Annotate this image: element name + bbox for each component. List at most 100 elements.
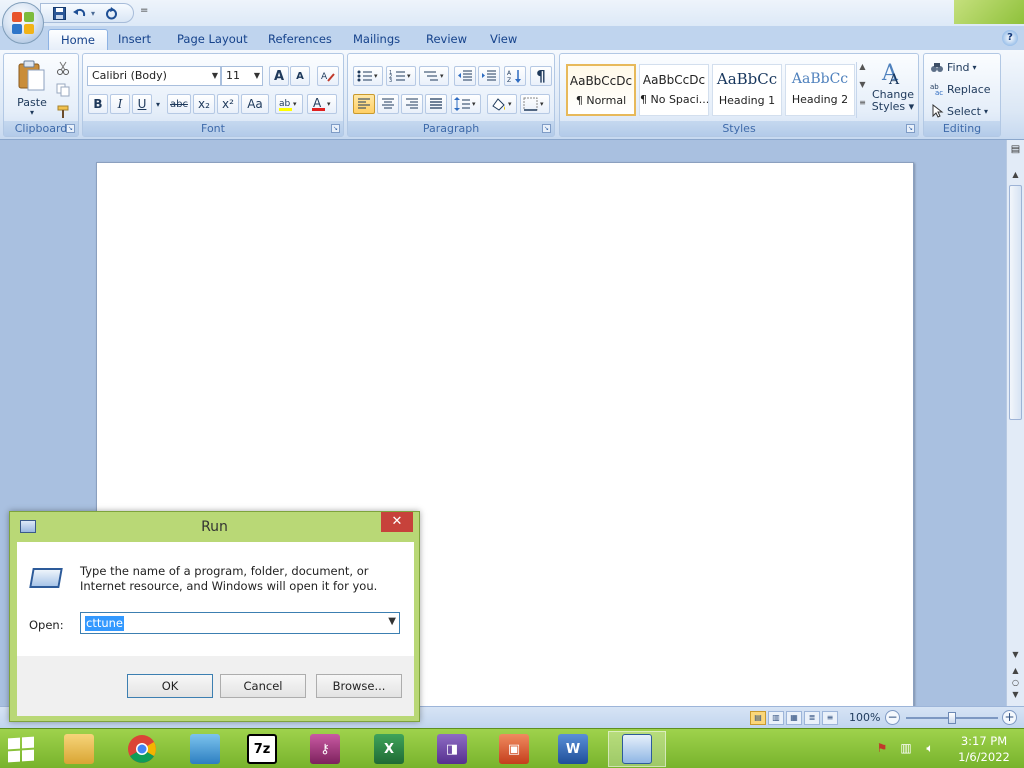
underline-dropdown-icon[interactable]: ▾	[153, 94, 163, 114]
view-ruler-icon[interactable]: ▤	[1008, 144, 1023, 158]
bullets-icon[interactable]: ▾	[353, 66, 383, 86]
superscript-button[interactable]: x²	[217, 94, 239, 114]
ok-button[interactable]: OK	[127, 674, 213, 698]
tab-view[interactable]: View	[478, 29, 529, 50]
web-layout-icon[interactable]: ▦	[786, 711, 802, 725]
help-icon[interactable]: ?	[1002, 30, 1018, 46]
taskbar-excel[interactable]: X	[360, 731, 418, 767]
taskbar-control-panel[interactable]	[176, 731, 234, 767]
taskbar-run[interactable]	[608, 731, 666, 767]
underline-button[interactable]: U	[132, 94, 152, 114]
chevron-down-icon[interactable]: ▼	[388, 616, 396, 627]
style-no-spacing[interactable]: AaBbCcDc ¶ No Spaci...	[639, 64, 709, 116]
find-button[interactable]: Find ▾	[930, 58, 977, 76]
zoom-out-icon[interactable]: −	[885, 710, 900, 725]
volume-muted-icon[interactable]: 🔈︎	[921, 741, 939, 757]
paragraph-launcher-icon[interactable]: ↘	[542, 124, 551, 133]
font-name-dropdown[interactable]: Calibri (Body) ▼	[87, 66, 221, 86]
open-combobox[interactable]: cttune ▼	[80, 612, 400, 634]
gallery-up-icon[interactable]: ▲	[857, 62, 868, 80]
styles-launcher-icon[interactable]: ↘	[906, 124, 915, 133]
open-input-value[interactable]: cttune	[85, 616, 124, 631]
font-color-icon[interactable]: A ▾	[307, 94, 337, 114]
action-center-flag-icon[interactable]: ⚑	[873, 741, 891, 757]
decrease-indent-icon[interactable]	[454, 66, 476, 86]
close-button[interactable]: ✕	[381, 512, 413, 532]
windows-start-icon[interactable]	[8, 736, 36, 763]
font-launcher-icon[interactable]: ↘	[331, 124, 340, 133]
grow-font-button[interactable]: A	[269, 66, 289, 86]
undo-icon[interactable]	[71, 5, 87, 21]
taskbar-file-explorer[interactable]	[50, 731, 108, 767]
change-styles-button[interactable]: A A Change Styles ▾	[870, 58, 916, 118]
strikethrough-button[interactable]: abc	[167, 94, 191, 114]
scroll-down-icon[interactable]: ▼	[1007, 650, 1024, 664]
multilevel-list-icon[interactable]: ▾	[419, 66, 449, 86]
outline-view-icon[interactable]: ≣	[804, 711, 820, 725]
cancel-button[interactable]: Cancel	[220, 674, 306, 698]
justify-icon[interactable]	[425, 94, 447, 114]
vertical-scrollbar[interactable]: ▤ ▲ ▼ ▲ ○ ▼	[1006, 140, 1024, 706]
customize-qat-button[interactable]: =	[140, 5, 148, 16]
network-icon[interactable]: ▥	[897, 741, 915, 757]
clipboard-launcher-icon[interactable]: ↘	[66, 124, 75, 133]
tab-insert[interactable]: Insert	[106, 29, 163, 50]
style-normal[interactable]: AaBbCcDc ¶ Normal	[566, 64, 636, 116]
select-button[interactable]: Select ▾	[930, 102, 988, 120]
draft-view-icon[interactable]: ≡	[822, 711, 838, 725]
scroll-thumb[interactable]	[1009, 185, 1022, 420]
taskbar-chrome[interactable]	[113, 731, 171, 767]
style-heading-2[interactable]: AaBbCc Heading 2	[785, 64, 855, 116]
replace-button[interactable]: ab ac Replace	[930, 80, 991, 98]
full-screen-reading-icon[interactable]: ▥	[768, 711, 784, 725]
cut-icon[interactable]	[54, 58, 72, 78]
print-layout-icon[interactable]: ▤	[750, 711, 766, 725]
zoom-level[interactable]: 100%	[849, 711, 880, 724]
sort-icon[interactable]: AZ	[504, 66, 526, 86]
taskbar-powerpoint[interactable]: ▣	[485, 731, 543, 767]
browse-object-icon[interactable]: ○	[1007, 678, 1024, 690]
browse-button[interactable]: Browse...	[316, 674, 402, 698]
subscript-button[interactable]: x₂	[193, 94, 215, 114]
taskbar-word[interactable]: W	[544, 731, 602, 767]
align-left-icon[interactable]	[353, 94, 375, 114]
show-hide-marks-button[interactable]: ¶	[530, 66, 552, 86]
highlight-color-icon[interactable]: ab ▾	[275, 94, 303, 114]
redo-icon[interactable]	[103, 5, 119, 21]
tab-references[interactable]: References	[256, 29, 344, 50]
previous-page-icon[interactable]: ▲	[1007, 666, 1024, 678]
undo-dropdown-icon[interactable]: ▾	[91, 9, 99, 18]
next-page-icon[interactable]: ▼	[1007, 690, 1024, 702]
taskbar-visio[interactable]: ◨	[423, 731, 481, 767]
gallery-down-icon[interactable]: ▼	[857, 80, 868, 98]
align-center-icon[interactable]	[377, 94, 399, 114]
shading-icon[interactable]: ▾	[487, 94, 517, 114]
scroll-up-icon[interactable]: ▲	[1007, 170, 1024, 184]
align-right-icon[interactable]	[401, 94, 423, 114]
numbering-icon[interactable]: 1 2 3 ▾	[386, 66, 416, 86]
increase-indent-icon[interactable]	[478, 66, 500, 86]
style-heading-1[interactable]: AaBbCc Heading 1	[712, 64, 782, 116]
borders-icon[interactable]: ▾	[520, 94, 550, 114]
tab-page-layout[interactable]: Page Layout	[165, 29, 260, 50]
copy-icon[interactable]	[54, 80, 72, 100]
line-spacing-icon[interactable]: ▾	[451, 94, 481, 114]
save-icon[interactable]	[51, 5, 67, 21]
gallery-more-icon[interactable]: ≡	[857, 98, 868, 116]
font-size-dropdown[interactable]: 11 ▼	[221, 66, 263, 86]
clock[interactable]: 3:17 PM 1/6/2022	[952, 733, 1016, 765]
tab-review[interactable]: Review	[414, 29, 479, 50]
italic-button[interactable]: I	[110, 94, 130, 114]
clear-formatting-icon[interactable]: A	[317, 66, 339, 86]
office-button[interactable]	[2, 2, 44, 44]
bold-button[interactable]: B	[88, 94, 108, 114]
shrink-font-button[interactable]: A	[290, 66, 310, 86]
tab-home[interactable]: Home	[48, 29, 108, 50]
tab-mailings[interactable]: Mailings	[341, 29, 412, 50]
format-painter-icon[interactable]	[54, 102, 72, 122]
taskbar-7zip[interactable]: 7z	[233, 731, 291, 767]
zoom-in-icon[interactable]: +	[1002, 710, 1017, 725]
taskbar-keepass[interactable]: ⚷	[296, 731, 354, 767]
paste-button[interactable]: Paste ▾	[12, 58, 52, 117]
zoom-slider-thumb[interactable]	[948, 712, 956, 724]
